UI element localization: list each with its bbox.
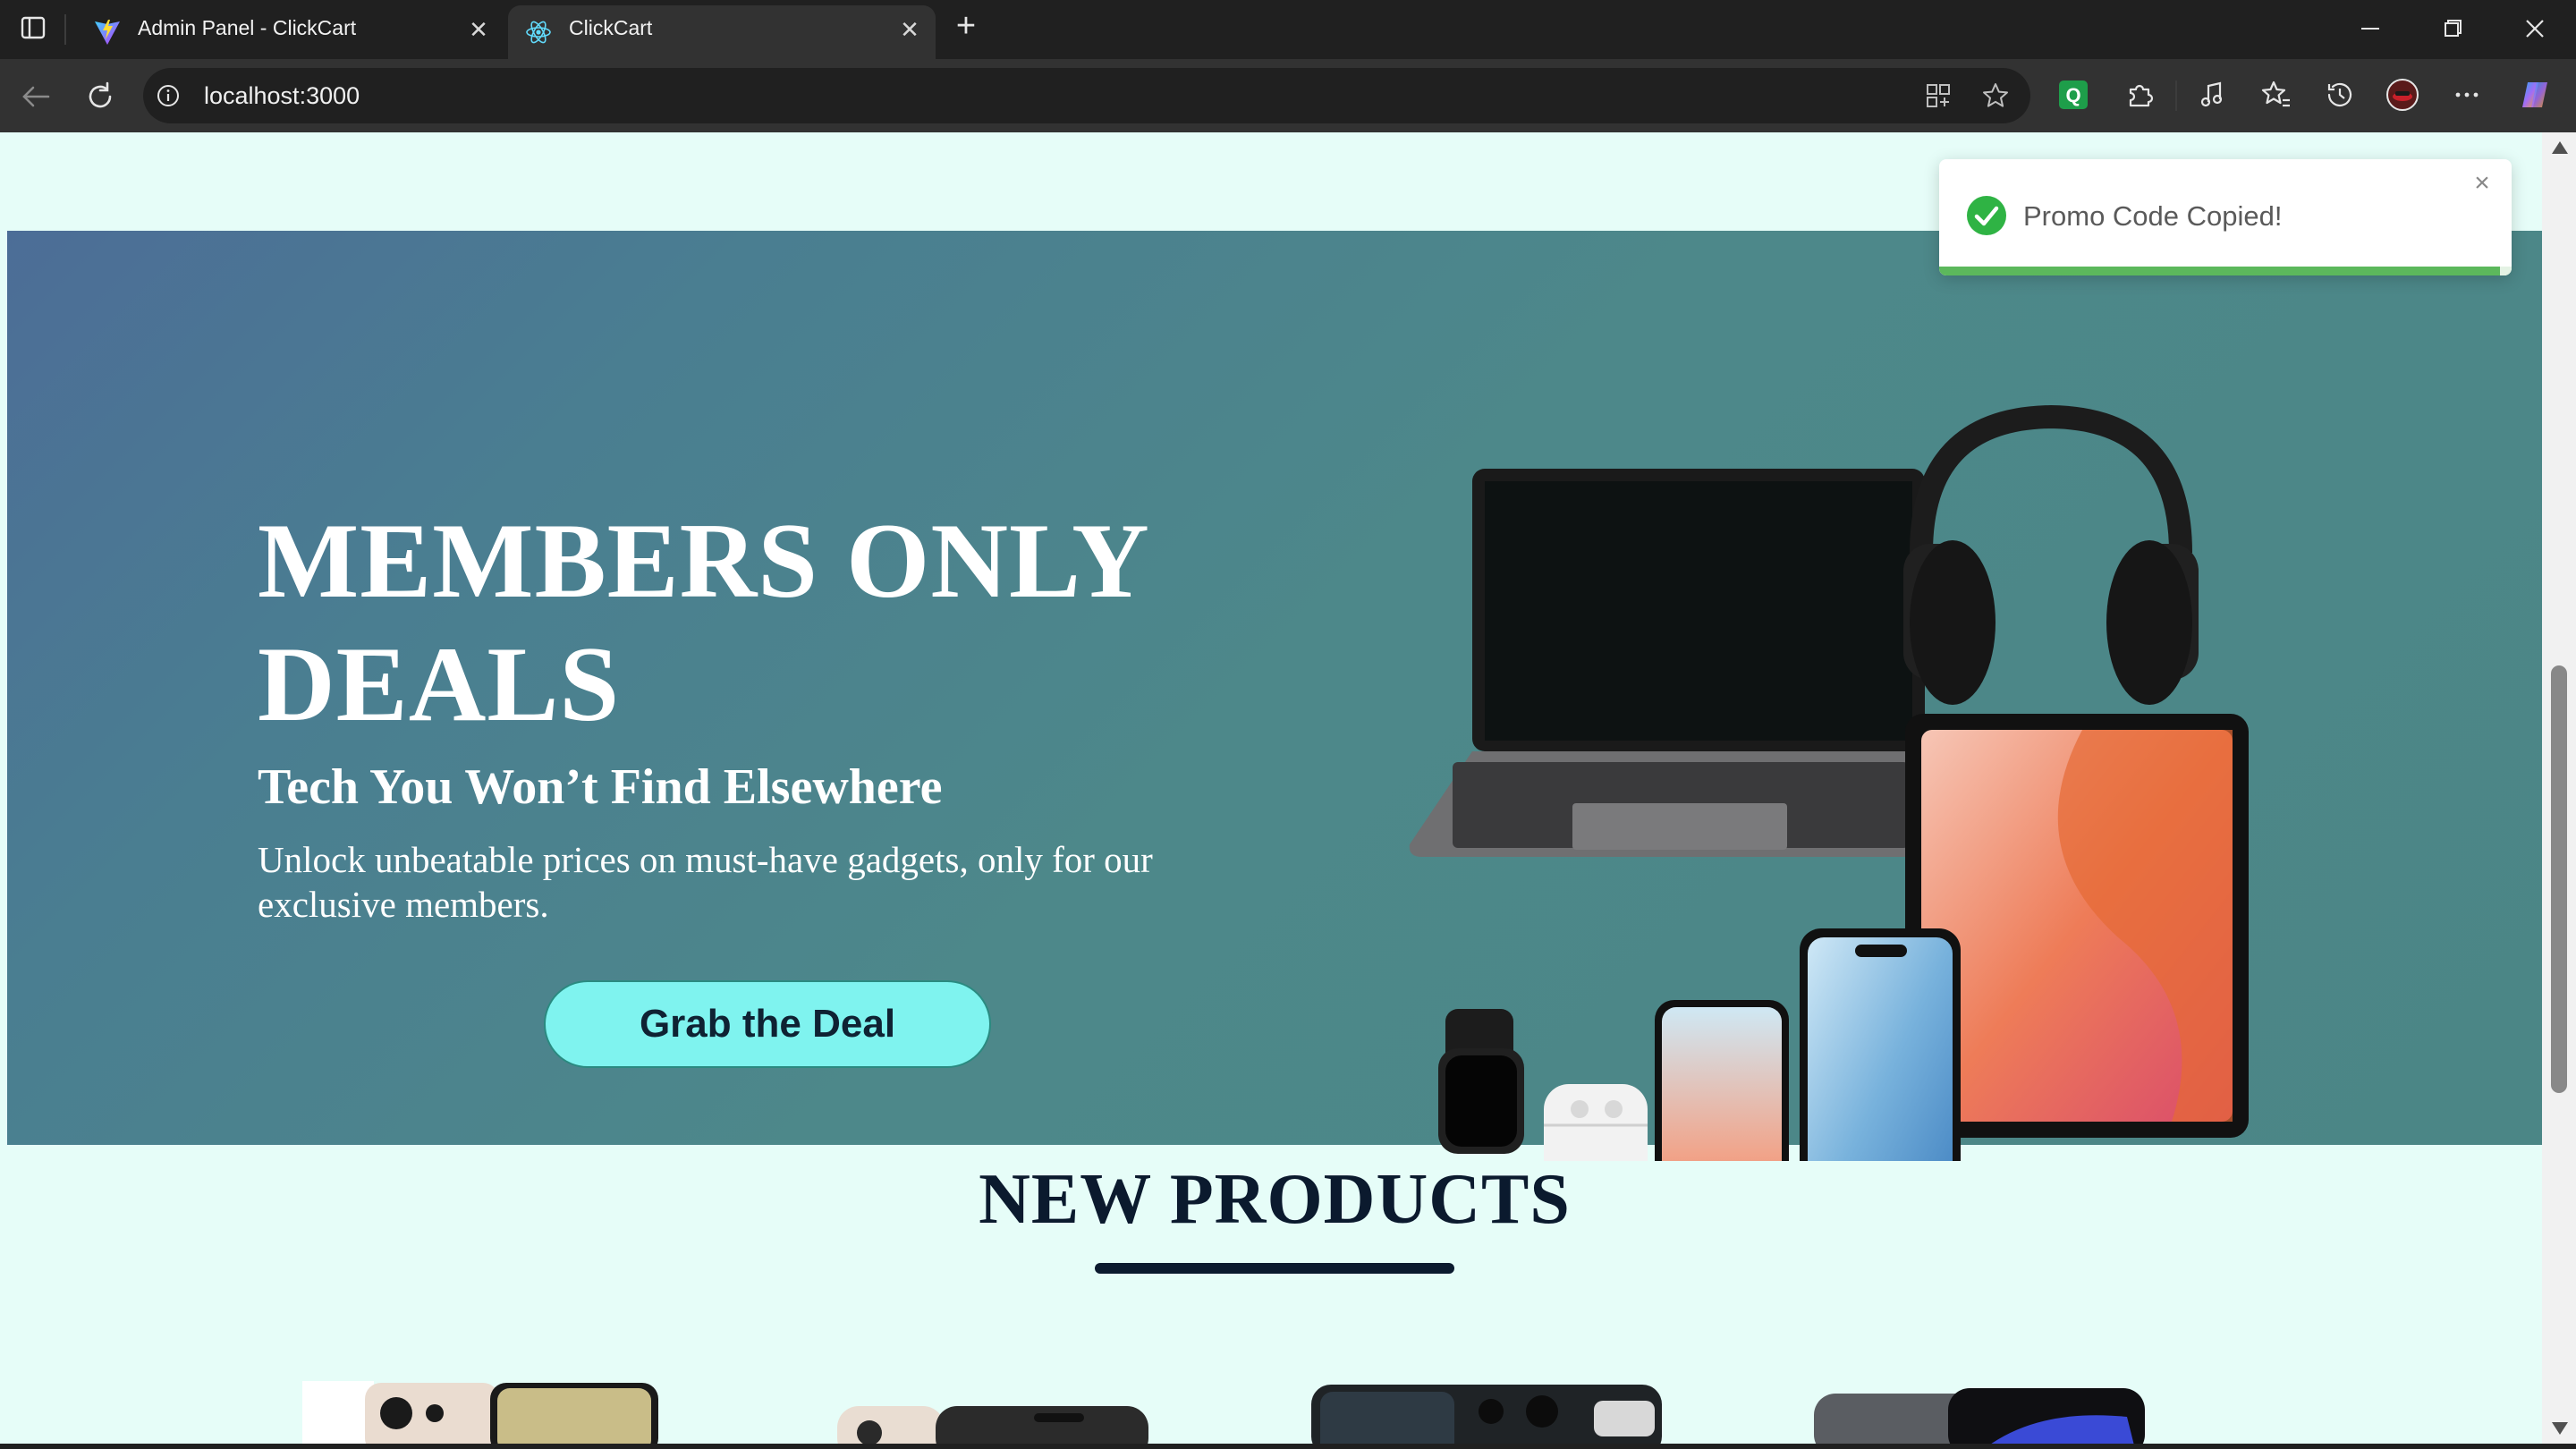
extension-q-icon[interactable]: Q [2055, 77, 2091, 113]
toast-message: Promo Code Copied! [2023, 200, 2283, 232]
favorites-icon[interactable] [2258, 77, 2293, 113]
hero-banner: MEMBERS ONLY DEALS Tech You Won’t Find E… [7, 231, 2542, 1161]
toast-notification: Promo Code Copied! × [1939, 159, 2512, 275]
scroll-down-arrow-icon[interactable] [2552, 1422, 2568, 1435]
toast-progress-track [1939, 267, 2512, 275]
close-tab-icon[interactable]: ✕ [896, 16, 923, 43]
product-image[interactable] [302, 1381, 660, 1444]
smartwatch-icon [1438, 1009, 1524, 1154]
new-tab-icon[interactable]: + [950, 9, 982, 43]
page-viewport: MEMBERS ONLY DEALS Tech You Won’t Find E… [7, 132, 2542, 1444]
vite-logo-icon [95, 20, 120, 45]
product-image[interactable] [1805, 1381, 2163, 1444]
grab-deal-button[interactable]: Grab the Deal [544, 980, 991, 1068]
product-image[interactable] [1308, 1381, 1665, 1444]
window-bottom-edge [0, 1444, 2576, 1449]
back-arrow-icon[interactable] [16, 77, 55, 116]
close-window-icon[interactable] [2508, 9, 2562, 48]
hero-title: MEMBERS ONLY DEALS [258, 501, 1147, 743]
hero-subtitle: Tech You Won’t Find Elsewhere [258, 759, 943, 815]
toast-progress-bar [1939, 267, 2501, 275]
copilot-icon[interactable] [2517, 77, 2553, 113]
page-scrollbar[interactable] [2542, 132, 2576, 1444]
tab-title: Admin Panel - ClickCart [138, 16, 357, 39]
sidebar-toggle-icon[interactable] [20, 14, 47, 41]
history-icon[interactable] [2322, 77, 2358, 113]
favorite-star-icon[interactable] [1980, 80, 2011, 111]
react-logo-icon [526, 21, 551, 44]
tab-admin-panel[interactable]: Admin Panel - ClickCart ✕ [77, 5, 504, 59]
tab-divider [64, 14, 66, 45]
browser-toolbar: localhost:3000 Q [0, 59, 2576, 132]
tab-title: ClickCart [569, 16, 653, 39]
app-available-icon[interactable] [1923, 80, 1953, 111]
heading-underline [1095, 1263, 1454, 1274]
tab-bar: Admin Panel - ClickCart ✕ ClickCart ✕ + [0, 0, 2576, 59]
toolbar-divider [2175, 80, 2177, 111]
address-bar[interactable]: localhost:3000 [143, 68, 2030, 123]
restore-icon[interactable] [2426, 9, 2479, 48]
earbuds-icon [1544, 1084, 1648, 1161]
hero-description: Unlock unbeatable prices on must-have ga… [258, 839, 1153, 925]
new-products-heading: NEW PRODUCTS [979, 1160, 1571, 1239]
url-text: localhost:3000 [204, 82, 360, 109]
smartphone-icon [1800, 928, 1961, 1161]
scrollbar-thumb[interactable] [2551, 665, 2567, 1093]
scroll-up-arrow-icon[interactable] [2552, 141, 2568, 154]
site-info-icon[interactable] [156, 83, 181, 108]
close-tab-icon[interactable]: ✕ [465, 16, 492, 43]
laptop-icon [1409, 469, 1953, 857]
gadgets-illustration [1409, 404, 2249, 1161]
svg-text:Q: Q [2065, 84, 2080, 106]
close-toast-icon[interactable]: × [2469, 170, 2496, 197]
extensions-puzzle-icon[interactable] [2122, 77, 2157, 113]
refresh-icon[interactable] [80, 77, 120, 116]
minimize-icon[interactable] [2343, 9, 2397, 48]
more-options-icon[interactable] [2449, 77, 2485, 113]
success-check-icon [1967, 196, 2006, 235]
product-image[interactable] [828, 1381, 1150, 1444]
profile-avatar-icon[interactable] [2385, 77, 2420, 113]
tab-clickcart[interactable]: ClickCart ✕ [508, 5, 936, 59]
smartphone-icon [1655, 1000, 1789, 1161]
read-aloud-icon[interactable] [2195, 77, 2231, 113]
headphones-icon [1903, 404, 2199, 705]
